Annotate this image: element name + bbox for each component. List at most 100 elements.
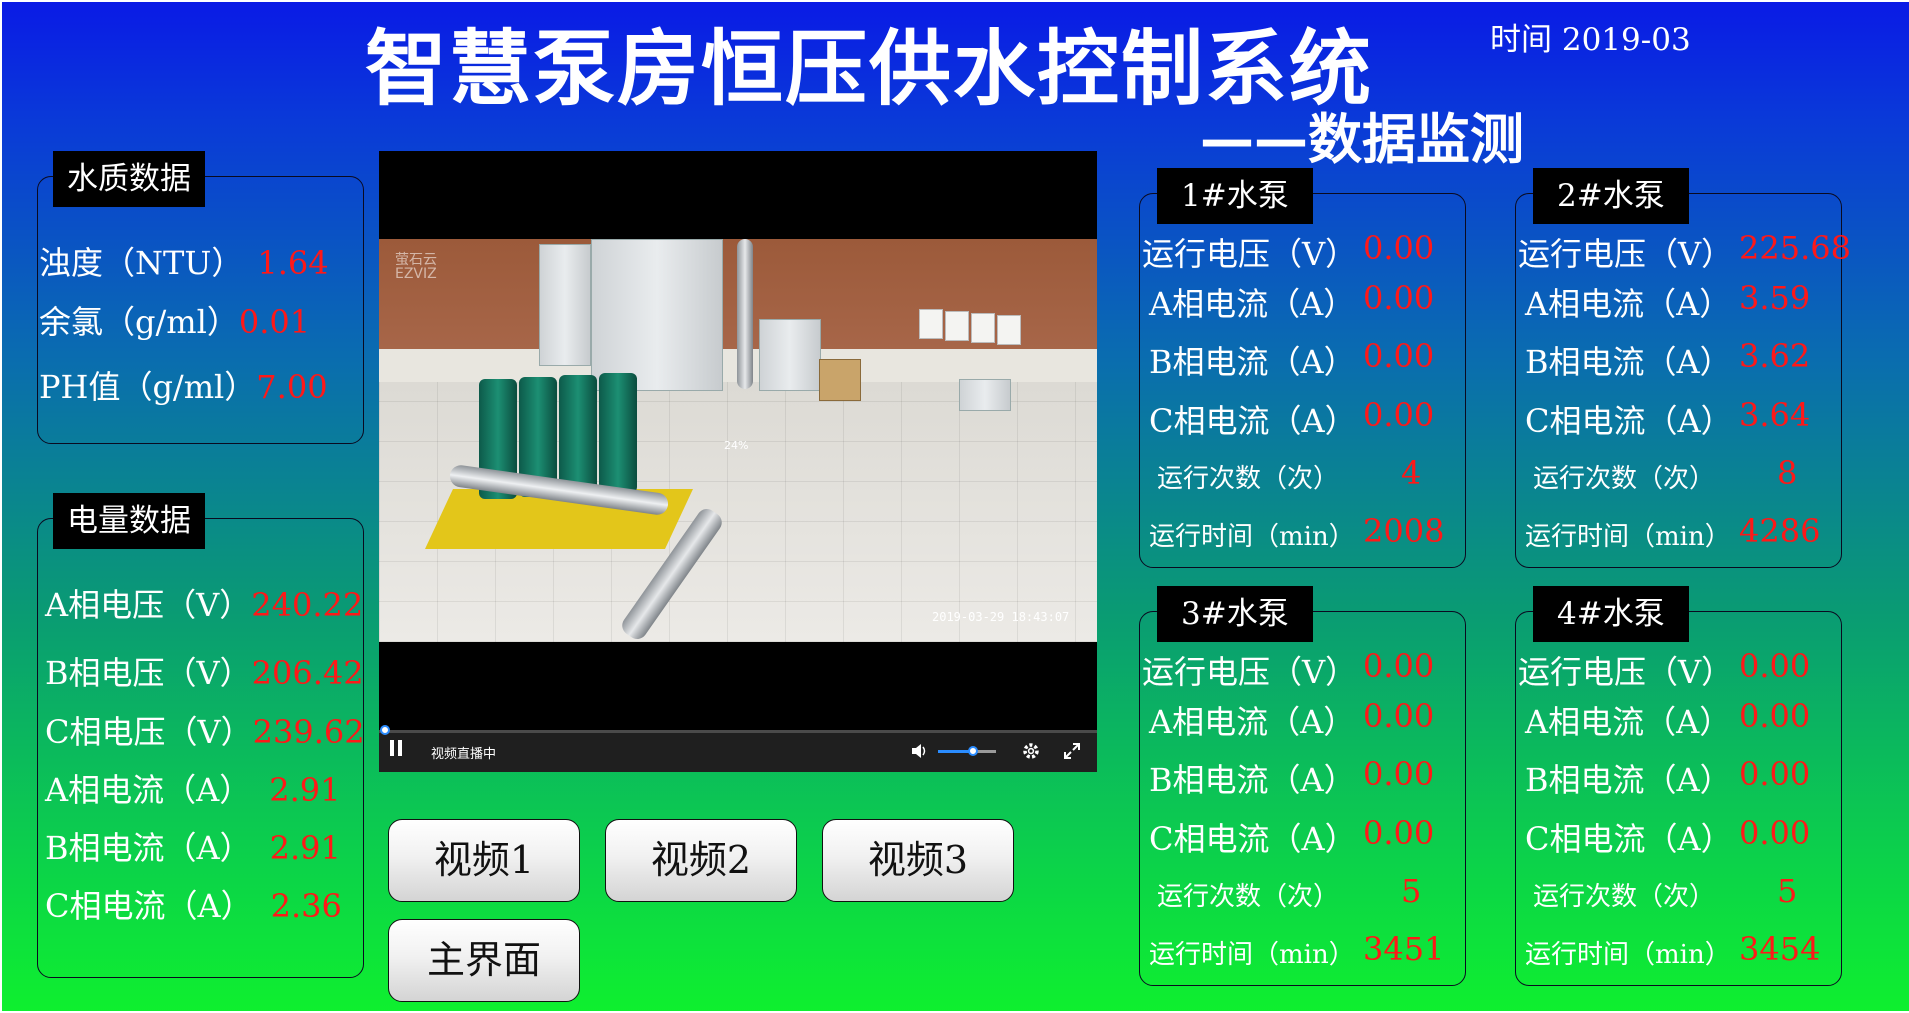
pump-ib-label: B相电流（A） (1149, 761, 1356, 799)
pump-voltage-value: 0.00 (1363, 647, 1435, 685)
pump-runtime-label: 运行时间（min） (1149, 522, 1355, 552)
notice-paper (945, 311, 969, 341)
pump-ia-label: A相电流（A） (1525, 285, 1732, 323)
power-value: 2.36 (270, 887, 342, 925)
pump-runtime-label: 运行时间（min） (1525, 940, 1731, 970)
pipe (737, 239, 753, 389)
pump-title: 2#水泵 (1533, 168, 1689, 224)
pump-unit (599, 373, 637, 493)
control-cabinet (539, 244, 591, 366)
power-row: B相电流（A） 2.91 (45, 823, 341, 869)
ezviz-logo: 萤石云 EZVIZ (395, 253, 437, 281)
chlorine-row: 余氯（g/ml）0.01 (39, 297, 310, 343)
pause-icon[interactable] (389, 739, 403, 757)
video-player[interactable]: 萤石云 EZVIZ 24% 2019-03-29 18:43:07 视频直播中 (379, 151, 1097, 772)
chlorine-label: 余氯（g/ml） (39, 303, 239, 341)
pump-ib-label: B相电流（A） (1525, 343, 1732, 381)
pump-ia-label: A相电流（A） (1149, 285, 1356, 323)
volume-slider[interactable] (938, 746, 996, 756)
pump-voltage-label: 运行电压（V） (1142, 653, 1358, 691)
pump-runs-label: 运行次数（次） (1157, 882, 1340, 912)
pump-ia-value: 0.00 (1739, 697, 1811, 735)
pump-runs-value: 5 (1777, 872, 1798, 910)
pump-ic-value: 0.00 (1363, 814, 1435, 852)
notice-paper (971, 313, 995, 343)
pump-ib-value: 3.62 (1739, 337, 1811, 375)
pump-ia-label: A相电流（A） (1149, 703, 1356, 741)
logo-text: EZVIZ (395, 266, 437, 282)
pump-voltage-value: 0.00 (1363, 229, 1435, 267)
pump-ic-label: C相电流（A） (1149, 402, 1357, 440)
video-timestamp: 2019-03-29 18:43:07 (932, 610, 1070, 624)
cardboard-box (819, 359, 861, 401)
page-subtitle: ——数据监测 (1200, 108, 1524, 171)
ph-value: 7.00 (256, 368, 328, 406)
pump-ia-value: 0.00 (1363, 697, 1435, 735)
pump-runtime-value: 2008 (1363, 512, 1445, 550)
time-display: 时间 2019-03 (1490, 14, 1691, 59)
pump-runs-value: 8 (1777, 454, 1798, 492)
pump-ic-label: C相电流（A） (1525, 820, 1733, 858)
pump-title: 4#水泵 (1533, 586, 1689, 642)
pump-runtime-label: 运行时间（min） (1525, 522, 1731, 552)
pump-runtime-value: 3451 (1363, 930, 1445, 968)
time-value: 2019-03 (1561, 22, 1691, 58)
ph-label: PH值（g/ml） (39, 368, 257, 406)
fullscreen-icon[interactable] (1063, 742, 1081, 760)
pump-runtime-label: 运行时间（min） (1149, 940, 1355, 970)
progress-handle[interactable] (380, 725, 390, 735)
time-label: 时间 (1490, 22, 1552, 58)
water-quality-title: 水质数据 (53, 151, 205, 207)
pump-voltage-label: 运行电压（V） (1518, 653, 1734, 691)
pump-ib-label: B相电流（A） (1525, 761, 1732, 799)
power-label: C相电压（V） (45, 713, 253, 751)
pump-ia-label: A相电流（A） (1525, 703, 1732, 741)
power-label: A相电流（A） (45, 771, 252, 809)
pump-ic-label: C相电流（A） (1149, 820, 1357, 858)
main-screen-button[interactable]: 主界面 (388, 919, 580, 1002)
power-value: 239.62 (252, 713, 365, 751)
volume-handle[interactable] (967, 746, 978, 756)
power-title: 电量数据 (53, 493, 205, 549)
video1-button[interactable]: 视频1 (388, 819, 580, 902)
power-row: C相电流（A） 2.36 (45, 881, 342, 927)
pump-ic-label: C相电流（A） (1525, 402, 1733, 440)
notice-paper (919, 309, 943, 339)
gear-icon[interactable] (1021, 741, 1041, 761)
pump-runs-label: 运行次数（次） (1533, 464, 1716, 494)
pump-runs-label: 运行次数（次） (1533, 882, 1716, 912)
pump-runtime-value: 3454 (1739, 930, 1821, 968)
pump-voltage-value: 0.00 (1739, 647, 1811, 685)
video2-button[interactable]: 视频2 (605, 819, 797, 902)
pump-title: 1#水泵 (1157, 168, 1313, 224)
power-value: 240.22 (251, 586, 364, 624)
pump-unit (559, 375, 597, 495)
volume-icon[interactable] (910, 742, 928, 760)
pump-runs-label: 运行次数（次） (1157, 464, 1340, 494)
pump-runtime-value: 4286 (1739, 512, 1821, 550)
power-value: 2.91 (269, 771, 341, 809)
pump-ib-label: B相电流（A） (1149, 343, 1356, 381)
pump-title: 3#水泵 (1157, 586, 1313, 642)
video-frame: 萤石云 EZVIZ 24% 2019-03-29 18:43:07 (379, 239, 1097, 642)
video3-button[interactable]: 视频3 (822, 819, 1014, 902)
pump-ia-value: 3.59 (1739, 279, 1811, 317)
power-row: A相电压（V）240.22 (45, 580, 363, 626)
power-value: 2.91 (269, 829, 341, 867)
pump-ic-value: 0.00 (1739, 814, 1811, 852)
pump-voltage-label: 运行电压（V） (1518, 235, 1734, 273)
pump-ic-value: 0.00 (1363, 396, 1435, 434)
video-progress[interactable] (379, 725, 1097, 735)
video-controls: 视频直播中 (379, 725, 1097, 772)
control-cabinet (591, 239, 723, 391)
power-label: A相电压（V） (45, 586, 252, 624)
turbidity-label: 浊度（NTU） (39, 244, 244, 282)
pump-ib-value: 0.00 (1363, 755, 1435, 793)
pump-voltage-label: 运行电压（V） (1142, 235, 1358, 273)
ph-row: PH值（g/ml）7.00 (39, 362, 328, 408)
pump-ib-value: 0.00 (1363, 337, 1435, 375)
power-value: 206.42 (251, 654, 364, 692)
wall-panel (959, 379, 1011, 411)
pump-ia-value: 0.00 (1363, 279, 1435, 317)
buffer-percent: 24% (724, 439, 749, 452)
